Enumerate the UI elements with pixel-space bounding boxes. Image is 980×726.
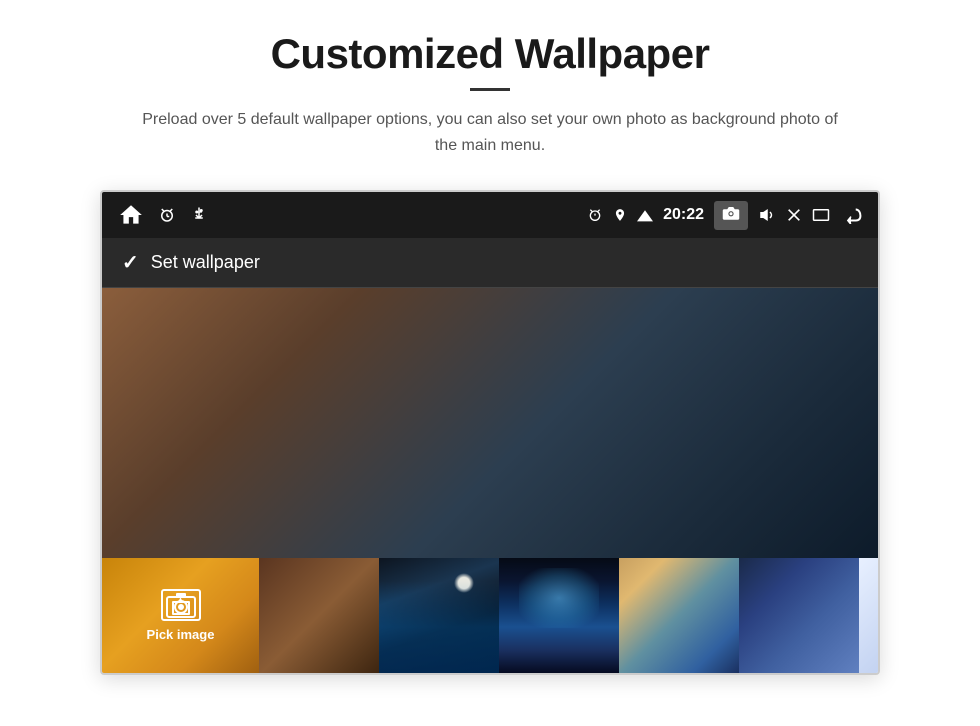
alarm-icon (158, 206, 176, 224)
thumbnails-row: Pick image (102, 558, 878, 673)
volume-icon (758, 207, 776, 223)
page-title: Customized Wallpaper (60, 30, 920, 78)
action-bar: ✓ Set wallpaper (102, 238, 878, 288)
wallpaper-thumb-5[interactable] (619, 558, 739, 673)
close-icon (786, 207, 802, 223)
page-header: Customized Wallpaper Preload over 5 defa… (0, 0, 980, 174)
wallpaper-thumb-2[interactable] (259, 558, 379, 673)
pick-image-icon (161, 589, 201, 621)
gps-icon (613, 208, 627, 222)
pick-image-label: Pick image (147, 627, 215, 642)
usb-icon (190, 206, 208, 224)
back-icon (840, 206, 862, 224)
camera-icon-box (714, 201, 748, 230)
alarm-small-icon (587, 207, 603, 223)
window-icon (812, 208, 830, 222)
wallpaper-preview (102, 288, 878, 558)
wallpaper-thumb-3[interactable] (379, 558, 499, 673)
wallpaper-thumb-partial[interactable] (859, 558, 878, 673)
page-subtitle: Preload over 5 default wallpaper options… (130, 107, 850, 158)
title-divider (470, 88, 510, 91)
home-icon (118, 202, 144, 228)
wallpaper-thumb-4[interactable] (499, 558, 619, 673)
pick-image-thumb[interactable]: Pick image (102, 558, 259, 673)
device-frame: 20:22 (100, 190, 880, 675)
status-bar: 20:22 (102, 192, 878, 238)
camera-icon (722, 205, 740, 221)
status-bar-left (118, 202, 208, 228)
status-time: 20:22 (663, 206, 704, 224)
wifi-icon (637, 208, 653, 222)
action-label: Set wallpaper (151, 252, 260, 273)
wallpaper-thumb-6[interactable] (739, 558, 859, 673)
status-bar-right: 20:22 (587, 201, 862, 230)
checkmark-icon: ✓ (122, 250, 139, 275)
